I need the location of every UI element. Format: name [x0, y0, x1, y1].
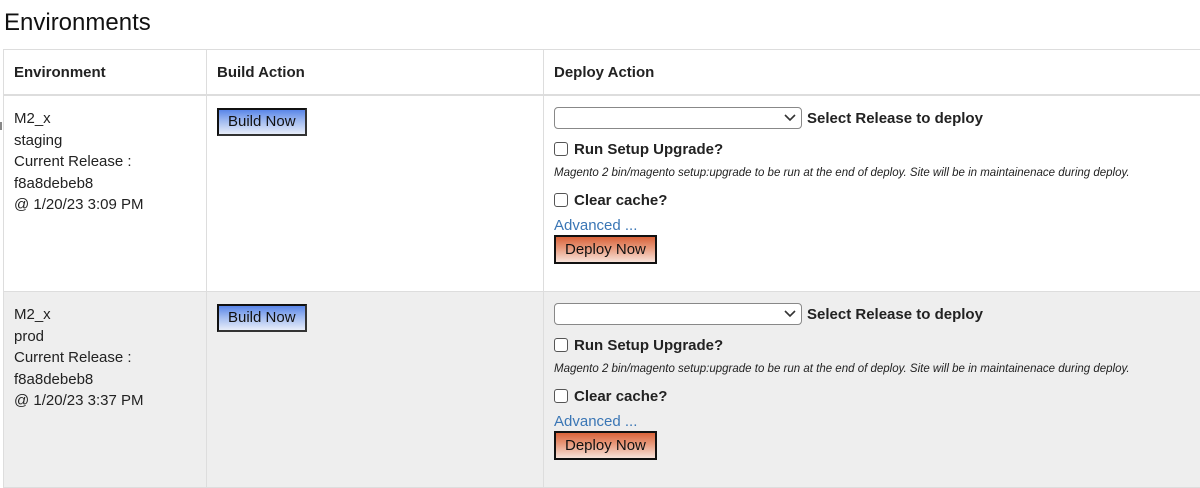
current-release-label: Current Release :: [14, 347, 196, 369]
select-release-label: Select Release to deploy: [807, 306, 983, 323]
setup-upgrade-checkbox[interactable]: [554, 142, 568, 156]
clear-cache-checkbox[interactable]: [554, 389, 568, 403]
advanced-link[interactable]: Advanced ...: [554, 413, 1190, 430]
setup-upgrade-note: Magento 2 bin/magento setup:upgrade to b…: [554, 363, 1190, 377]
header-environment: Environment: [4, 50, 207, 96]
current-release-label: Current Release :: [14, 151, 196, 173]
margin-marker: [0, 122, 2, 130]
release-select-row: Select Release to deploy: [554, 106, 1190, 130]
setup-upgrade-label: Run Setup Upgrade?: [574, 337, 723, 354]
environments-table: Environment Build Action Deploy Action M…: [3, 49, 1200, 488]
release-hash: f8a8debeb8: [14, 173, 196, 195]
release-select-row: Select Release to deploy: [554, 302, 1190, 326]
setup-upgrade-checkbox[interactable]: [554, 338, 568, 352]
deploy-action-cell: Select Release to deploy Run Setup Upgra…: [544, 95, 1200, 292]
advanced-link[interactable]: Advanced ...: [554, 217, 1190, 234]
env-name: M2_x: [14, 304, 196, 326]
clear-cache-row: Clear cache?: [554, 386, 1190, 406]
env-stage: staging: [14, 130, 196, 152]
build-now-button[interactable]: Build Now: [217, 108, 307, 136]
deploy-now-button[interactable]: Deploy Now: [554, 431, 657, 460]
build-action-cell: Build Now: [207, 95, 544, 292]
clear-cache-label: Clear cache?: [574, 388, 667, 405]
table-row: M2_x staging Current Release : f8a8debeb…: [4, 95, 1200, 292]
table-header-row: Environment Build Action Deploy Action: [4, 50, 1200, 96]
deploy-button-wrap: Deploy Now: [554, 235, 1190, 264]
select-release-label: Select Release to deploy: [807, 110, 983, 127]
header-deploy-action: Deploy Action: [544, 50, 1200, 96]
release-time: @ 1/20/23 3:37 PM: [14, 390, 196, 412]
setup-upgrade-row: Run Setup Upgrade?: [554, 335, 1190, 355]
setup-upgrade-note: Magento 2 bin/magento setup:upgrade to b…: [554, 167, 1190, 181]
build-action-cell: Build Now: [207, 292, 544, 488]
setup-upgrade-label: Run Setup Upgrade?: [574, 141, 723, 158]
release-select[interactable]: [554, 107, 802, 129]
setup-upgrade-row: Run Setup Upgrade?: [554, 139, 1190, 159]
env-name: M2_x: [14, 108, 196, 130]
chevron-down-icon: [783, 110, 797, 124]
release-select[interactable]: [554, 303, 802, 325]
clear-cache-row: Clear cache?: [554, 190, 1190, 210]
environment-cell: M2_x staging Current Release : f8a8debeb…: [4, 95, 207, 292]
deploy-now-button[interactable]: Deploy Now: [554, 235, 657, 264]
chevron-down-icon: [783, 306, 797, 320]
clear-cache-label: Clear cache?: [574, 192, 667, 209]
release-time: @ 1/20/23 3:09 PM: [14, 194, 196, 216]
environment-cell: M2_x prod Current Release : f8a8debeb8 @…: [4, 292, 207, 488]
header-build-action: Build Action: [207, 50, 544, 96]
build-now-button[interactable]: Build Now: [217, 304, 307, 332]
release-hash: f8a8debeb8: [14, 369, 196, 391]
env-stage: prod: [14, 326, 196, 348]
deploy-action-cell: Select Release to deploy Run Setup Upgra…: [544, 292, 1200, 488]
table-row: M2_x prod Current Release : f8a8debeb8 @…: [4, 292, 1200, 488]
clear-cache-checkbox[interactable]: [554, 193, 568, 207]
page-title: Environments: [4, 6, 151, 40]
deploy-button-wrap: Deploy Now: [554, 431, 1190, 460]
